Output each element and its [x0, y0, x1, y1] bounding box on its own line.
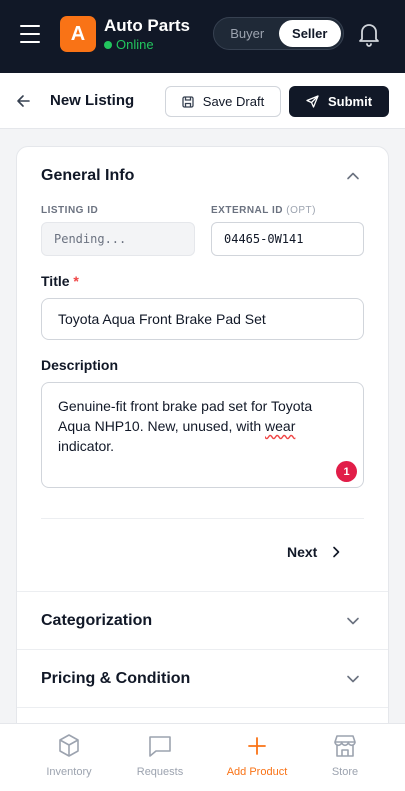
save-icon: [182, 95, 194, 108]
listing-id-field: Pending...: [41, 222, 195, 256]
store-icon: [334, 735, 356, 757]
nav-label: Inventory: [46, 766, 92, 778]
section-categorization-header[interactable]: Categorization: [17, 592, 388, 649]
nav-inventory[interactable]: Inventory: [24, 724, 114, 791]
online-dot-icon: [104, 40, 112, 49]
title-label-text: Title: [41, 273, 70, 289]
error-count-badge[interactable]: 1: [336, 461, 357, 482]
cube-icon: [59, 734, 79, 757]
send-icon: [306, 95, 319, 108]
message-icon: [149, 736, 171, 757]
status-indicator: Online: [104, 37, 154, 52]
section-title: Pricing & Condition: [41, 669, 191, 687]
listing-form-card: General Info LISTING ID Pending... EXTER…: [16, 146, 389, 746]
nav-label: Requests: [136, 766, 184, 778]
external-id-label: EXTERNAL ID (OPT): [211, 205, 316, 216]
save-draft-label: Save Draft: [202, 94, 265, 109]
spellcheck-word: wear: [265, 418, 296, 434]
app-logo: A: [60, 16, 96, 52]
section-title: General Info: [41, 166, 135, 184]
role-buyer-option[interactable]: Buyer: [216, 20, 279, 47]
page-title: New Listing: [50, 92, 135, 109]
description-textarea[interactable]: Genuine-fit front brake pad set for Toyo…: [41, 382, 364, 488]
required-mark: *: [73, 273, 79, 289]
divider: [17, 707, 388, 708]
nav-label: Add Product: [226, 766, 288, 778]
divider: [41, 518, 364, 519]
section-general-info-header[interactable]: General Info: [17, 147, 388, 204]
role-toggle: Buyer Seller: [213, 17, 344, 50]
back-arrow-icon[interactable]: [14, 91, 34, 111]
nav-add-product[interactable]: Add Product: [212, 724, 302, 791]
app-title: Auto Parts: [104, 16, 190, 35]
nav-label: Store: [331, 766, 359, 778]
title-input[interactable]: Toyota Aqua Front Brake Pad Set: [41, 298, 364, 340]
notification-bell-icon[interactable]: [357, 21, 381, 47]
bottom-nav: Inventory Requests Add Product Store: [0, 723, 405, 791]
external-id-input[interactable]: 04465-0W141: [211, 222, 364, 256]
save-draft-button[interactable]: Save Draft: [165, 86, 281, 117]
status-text: Online: [116, 37, 154, 52]
listing-id-label: LISTING ID: [41, 205, 99, 216]
section-pricing-header[interactable]: Pricing & Condition: [17, 650, 388, 707]
submit-button[interactable]: Submit: [289, 86, 389, 117]
next-label: Next: [287, 544, 318, 560]
listing-toolbar: New Listing Save Draft Submit: [0, 73, 405, 129]
nav-requests[interactable]: Requests: [115, 724, 205, 791]
external-id-label-text: EXTERNAL ID: [211, 205, 283, 216]
chevron-down-icon: [347, 675, 359, 683]
chevron-right-icon: [333, 546, 340, 558]
role-seller-option[interactable]: Seller: [278, 20, 341, 47]
optional-tag: (OPT): [286, 205, 316, 216]
chevron-up-icon: [347, 172, 359, 180]
chevron-down-icon: [347, 617, 359, 625]
next-button[interactable]: Next: [287, 537, 341, 567]
nav-store[interactable]: Store: [300, 724, 390, 791]
description-text-end: indicator.: [58, 438, 115, 454]
title-label: Title *: [41, 273, 79, 289]
description-label: Description: [41, 357, 119, 373]
submit-label: Submit: [327, 94, 373, 109]
plus-icon: [248, 737, 266, 755]
menu-icon[interactable]: [20, 25, 40, 43]
top-header: A Auto Parts Online Buyer Seller: [0, 0, 405, 73]
section-title: Categorization: [41, 611, 153, 629]
